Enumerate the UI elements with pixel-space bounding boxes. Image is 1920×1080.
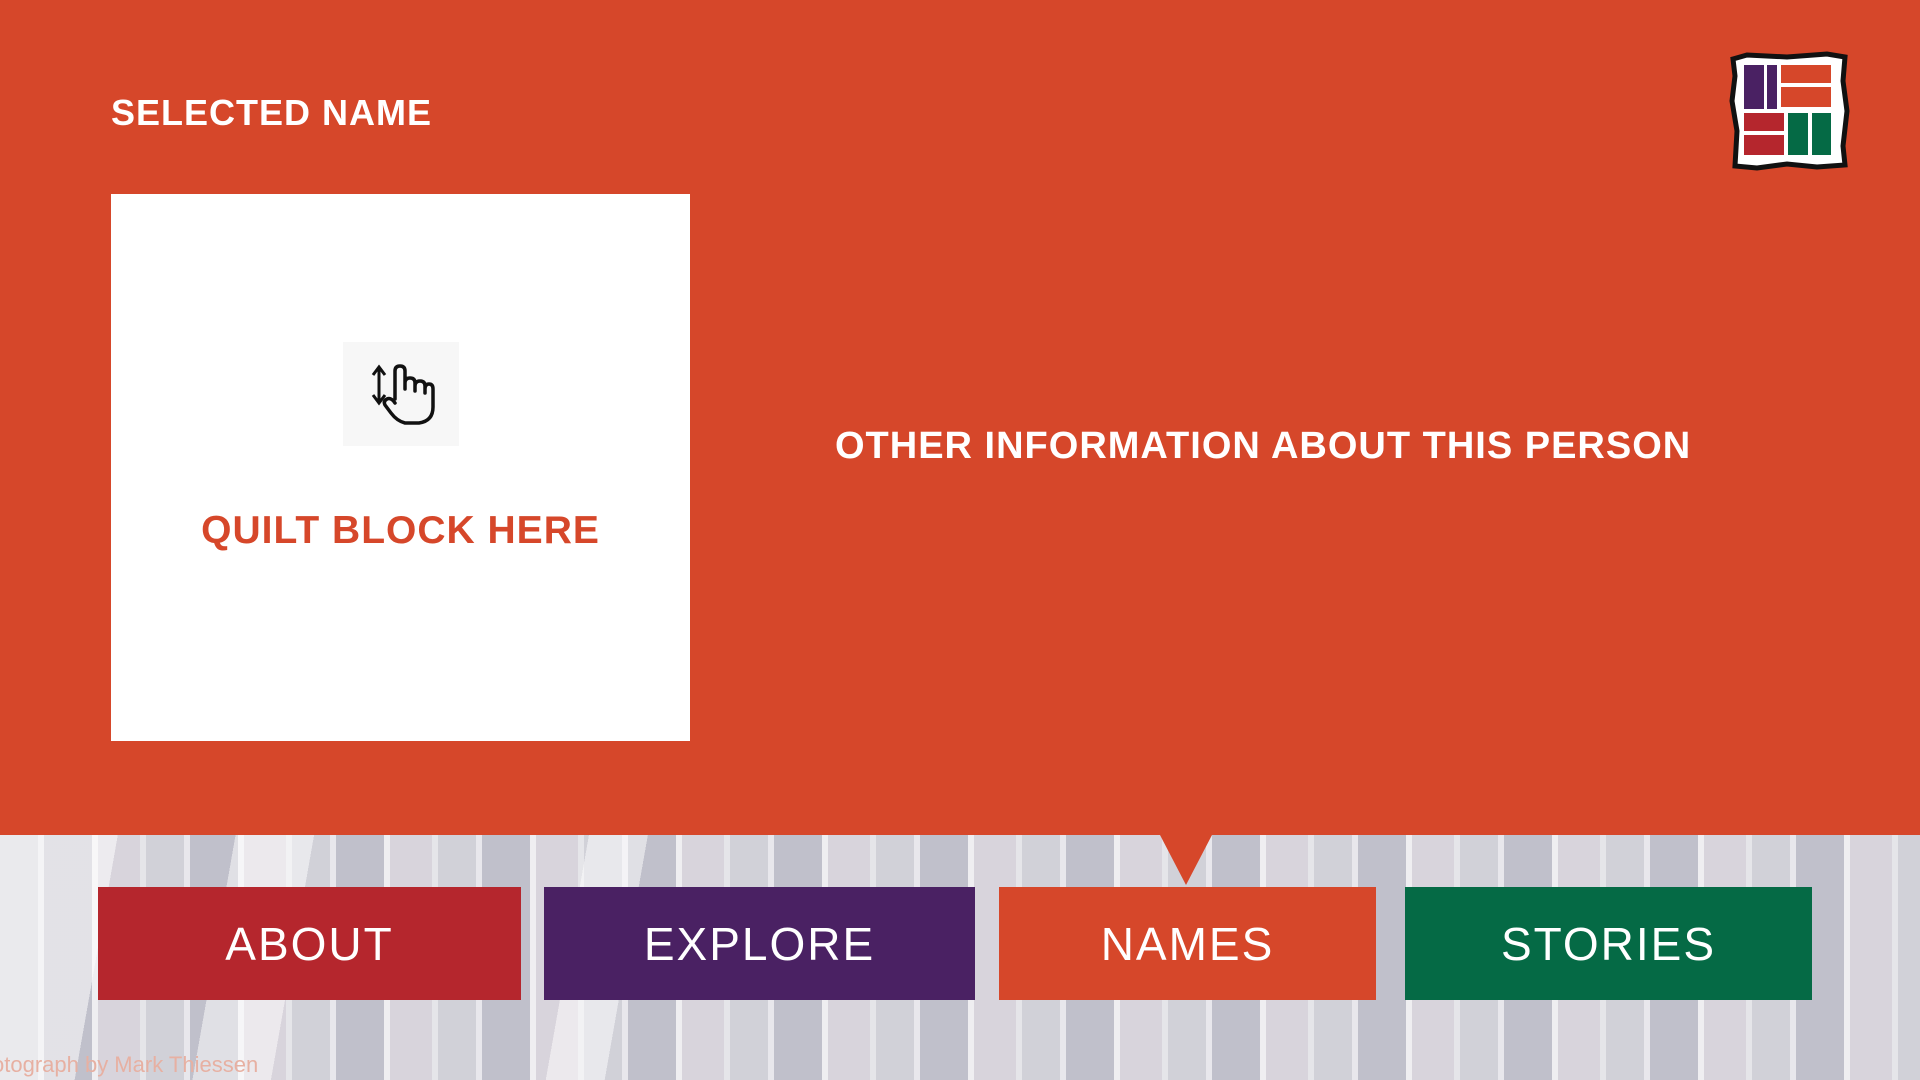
nav-explore-button[interactable]: EXPLORE: [544, 887, 975, 1000]
other-info-text: OTHER INFORMATION ABOUT THIS PERSON: [835, 425, 1692, 467]
nav-stories-button[interactable]: STORIES: [1405, 887, 1812, 1000]
photo-credit: otograph by Mark Thiessen: [0, 1052, 259, 1077]
quilt-logo-icon[interactable]: [1727, 51, 1851, 171]
quilt-block-placeholder[interactable]: QUILT BLOCK HERE: [111, 194, 690, 741]
nav-names-button[interactable]: NAMES: [999, 887, 1376, 1000]
touch-drag-icon: [343, 342, 459, 446]
selected-name-heading: SELECTED NAME: [111, 92, 433, 133]
nav-about-button[interactable]: ABOUT: [98, 887, 521, 1000]
main-panel: SELECTED NAME QUILT BLOCK HERE OTHER INF…: [0, 0, 1920, 835]
quilt-block-label: QUILT BLOCK HERE: [201, 509, 600, 552]
active-tab-pointer: [1160, 835, 1212, 885]
